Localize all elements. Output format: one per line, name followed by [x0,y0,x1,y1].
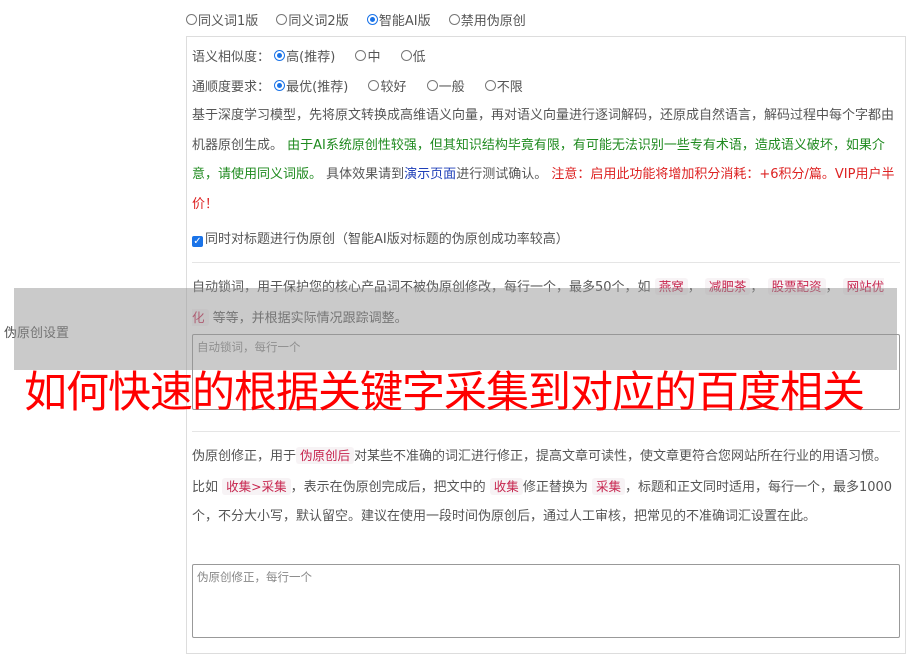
example-tag: 伪原创后 [296,447,355,464]
correction-text: 伪原创修正，用于 [192,449,297,464]
radio-icon[interactable] [368,80,380,91]
mode-option-disable[interactable]: 禁用伪原创 [448,10,526,29]
overlay-band [14,288,897,370]
radio-icon[interactable] [448,14,460,25]
mode-radio-group: 同义词1版 同义词2版 智能AI版 禁用伪原创 [186,10,540,29]
radio-icon[interactable] [276,14,288,25]
correction-description: 伪原创修正，用于 伪原创后 对某些不准确的词汇进行修正，提高文章可读性，使文章更符合… [192,441,900,532]
correction-input[interactable] [192,564,900,638]
title-checkbox-label: 同时对标题进行伪原创（智能AI版对标题的伪原创成功率较高） [205,232,569,247]
headline: 如何快速的根据关键字采集到对应的百度相关 [24,368,865,418]
fluency-good[interactable]: 较好 [368,76,406,95]
radio-checked-icon[interactable] [274,80,286,91]
mode-option-synonym2[interactable]: 同义词2版 [276,10,349,29]
similarity-low[interactable]: 低 [400,46,426,65]
radio-icon[interactable] [400,50,412,61]
checkbox-checked-icon[interactable]: ✓ [192,236,203,247]
radio-checked-icon[interactable] [366,14,378,25]
mode-option-ai[interactable]: 智能AI版 [366,10,431,29]
similarity-row: 语义相似度： 高(推荐) 中 低 [192,46,440,65]
divider [192,431,900,432]
mode-option-synonym1[interactable]: 同义词1版 [186,10,258,29]
radio-icon[interactable] [186,14,197,25]
radio-checked-icon[interactable] [274,50,286,61]
example-tag: 采集 [591,477,625,495]
correction-text: ，表示在伪原创完成后，把文中的 [290,479,486,495]
fluency-normal[interactable]: 一般 [426,76,465,95]
demo-page-link[interactable]: 演示页面 [404,167,456,182]
demo-prompt-text: 具体效果请到 [326,167,405,182]
example-tag: 收集>采集 [222,477,291,495]
radio-icon[interactable] [355,50,367,61]
correction-text: 修正替换为 [522,479,588,495]
divider [192,262,900,263]
similarity-high[interactable]: 高(推荐) [274,46,335,65]
ai-description: 基于深度学习模型，先将原文转换成高维语义向量，再对语义向量进行逐词解码，还原成自… [192,101,900,219]
demo-prompt-suffix: 进行测试确认。 [456,167,548,182]
radio-icon[interactable] [426,80,438,91]
radio-icon[interactable] [484,80,496,91]
title-checkbox-row[interactable]: ✓ 同时对标题进行伪原创（智能AI版对标题的伪原创成功率较高） [192,228,569,247]
similarity-label: 语义相似度： [192,50,271,65]
fluency-unlimited[interactable]: 不限 [484,76,523,95]
similarity-medium[interactable]: 中 [355,46,380,65]
fluency-best[interactable]: 最优(推荐) [274,76,348,95]
fluency-label: 通顺度要求： [192,80,271,95]
example-tag: 收集 [489,477,523,495]
fluency-row: 通顺度要求： 最优(推荐) 较好 一般 不限 [192,76,537,95]
